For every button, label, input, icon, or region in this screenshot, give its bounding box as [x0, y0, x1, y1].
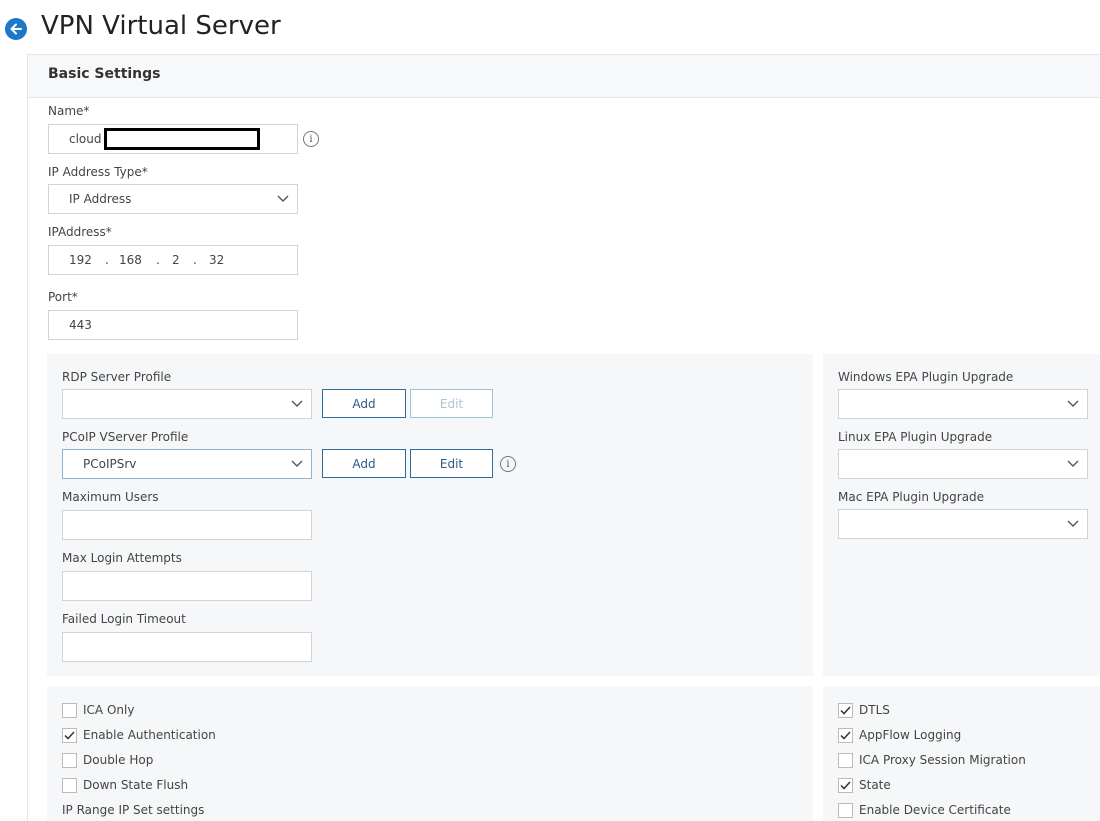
chevron-down-icon: [277, 195, 289, 202]
mac-epa-label: Mac EPA Plugin Upgrade: [838, 490, 985, 504]
left-checkbox-row[interactable]: ICA Only: [62, 701, 216, 719]
checkbox-label: State: [859, 778, 891, 792]
left-checkbox-row[interactable]: Double Hop: [62, 751, 216, 769]
panel-title: Basic Settings: [48, 66, 161, 82]
rdp-edit-button[interactable]: Edit: [410, 389, 493, 418]
ip-range-label: IP Range IP Set settings: [62, 803, 205, 817]
pcoip-profile-select[interactable]: PCoIPSrv: [62, 449, 312, 479]
back-button[interactable]: [5, 18, 27, 40]
checkbox-list-right: DTLS AppFlow Logging ICA Proxy Session Mig…: [838, 701, 1026, 821]
right-checkbox-row[interactable]: Enable Device Certificate: [838, 801, 1026, 819]
checkbox[interactable]: [838, 727, 853, 743]
chevron-down-icon: [1067, 460, 1079, 467]
right-checkbox-row[interactable]: State: [838, 776, 1026, 794]
linux-epa-label: Linux EPA Plugin Upgrade: [838, 430, 993, 444]
windows-epa-select[interactable]: [838, 389, 1088, 419]
right-checkbox-row[interactable]: AppFlow Logging: [838, 726, 1026, 744]
chevron-down-icon: [1067, 400, 1079, 407]
checkbox[interactable]: [838, 752, 853, 768]
chevron-down-icon: [1067, 520, 1079, 527]
check-icon: [64, 730, 75, 740]
checkbox-label: ICA Only: [83, 703, 135, 717]
failed-login-label: Failed Login Timeout: [62, 612, 186, 626]
max-login-input[interactable]: [62, 571, 312, 601]
failed-login-input[interactable]: [62, 632, 312, 662]
chevron-down-icon: [291, 460, 303, 467]
port-input[interactable]: 443: [48, 310, 298, 340]
checkbox-label: Double Hop: [83, 753, 154, 767]
left-checkbox-row[interactable]: Enable Authentication: [62, 726, 216, 744]
windows-epa-label: Windows EPA Plugin Upgrade: [838, 370, 1014, 384]
pcoip-edit-button[interactable]: Edit: [410, 449, 493, 478]
arrow-left-icon: [10, 23, 22, 35]
checkbox-label: Enable Authentication: [83, 728, 216, 742]
left-checkbox-row[interactable]: Down State Flush: [62, 776, 216, 794]
checkbox-label: AppFlow Logging: [859, 728, 962, 742]
pcoip-value: PCoIPSrv: [83, 457, 137, 471]
pcoip-add-button[interactable]: Add: [322, 449, 406, 478]
checkbox-label: Down State Flush: [83, 778, 189, 792]
panel-header[interactable]: [28, 55, 1100, 98]
name-value: cloud: [69, 132, 102, 146]
checkbox[interactable]: [62, 777, 77, 793]
ip-address-input[interactable]: 192 . 168 . 2 . 32: [48, 245, 298, 275]
max-users-input[interactable]: [62, 510, 312, 540]
ip-type-label: IP Address Type*: [48, 165, 148, 179]
check-icon: [840, 705, 851, 715]
checkbox-list-left: ICA Only Enable Authentication Double Hop D…: [62, 701, 216, 801]
right-checkbox-row[interactable]: ICA Proxy Session Migration: [838, 751, 1026, 769]
checkbox[interactable]: [838, 777, 853, 793]
ip-label: IPAddress*: [48, 225, 112, 239]
ip-separator: .: [105, 253, 109, 267]
checkbox[interactable]: [838, 702, 853, 718]
ip-type-select[interactable]: IP Address: [48, 184, 298, 214]
page-title: VPN Virtual Server: [41, 11, 281, 41]
name-label: Name*: [48, 104, 90, 118]
checkbox[interactable]: [62, 727, 77, 743]
ip-octet-4[interactable]: 32: [209, 253, 224, 267]
ip-type-value: IP Address: [69, 192, 132, 206]
checkbox-label: ICA Proxy Session Migration: [859, 753, 1026, 767]
redaction-box: [104, 128, 260, 150]
checkbox[interactable]: [62, 702, 77, 718]
rdp-profile-select[interactable]: [62, 389, 312, 419]
checkbox[interactable]: [838, 802, 853, 818]
checkbox-label: DTLS: [859, 703, 890, 717]
rdp-add-button[interactable]: Add: [322, 389, 406, 418]
info-icon[interactable]: i: [303, 131, 319, 147]
checkbox[interactable]: [62, 752, 77, 768]
ip-octet-3[interactable]: 2: [172, 253, 180, 267]
pcoip-label: PCoIP VServer Profile: [62, 430, 189, 444]
chevron-down-icon: [291, 400, 303, 407]
max-login-label: Max Login Attempts: [62, 551, 182, 565]
checkbox-label: Enable Device Certificate: [859, 803, 1011, 817]
mac-epa-select[interactable]: [838, 509, 1088, 539]
rdp-label: RDP Server Profile: [62, 370, 172, 384]
ip-separator: .: [156, 253, 160, 267]
max-users-label: Maximum Users: [62, 490, 159, 504]
port-value: 443: [69, 318, 92, 332]
right-checkbox-row[interactable]: DTLS: [838, 701, 1026, 719]
port-label: Port*: [48, 290, 78, 304]
ip-octet-2[interactable]: 168: [119, 253, 142, 267]
check-icon: [840, 730, 851, 740]
ip-octet-1[interactable]: 192: [69, 253, 92, 267]
check-icon: [840, 780, 851, 790]
info-icon[interactable]: i: [500, 456, 516, 472]
linux-epa-select[interactable]: [838, 449, 1088, 479]
ip-separator: .: [193, 253, 197, 267]
